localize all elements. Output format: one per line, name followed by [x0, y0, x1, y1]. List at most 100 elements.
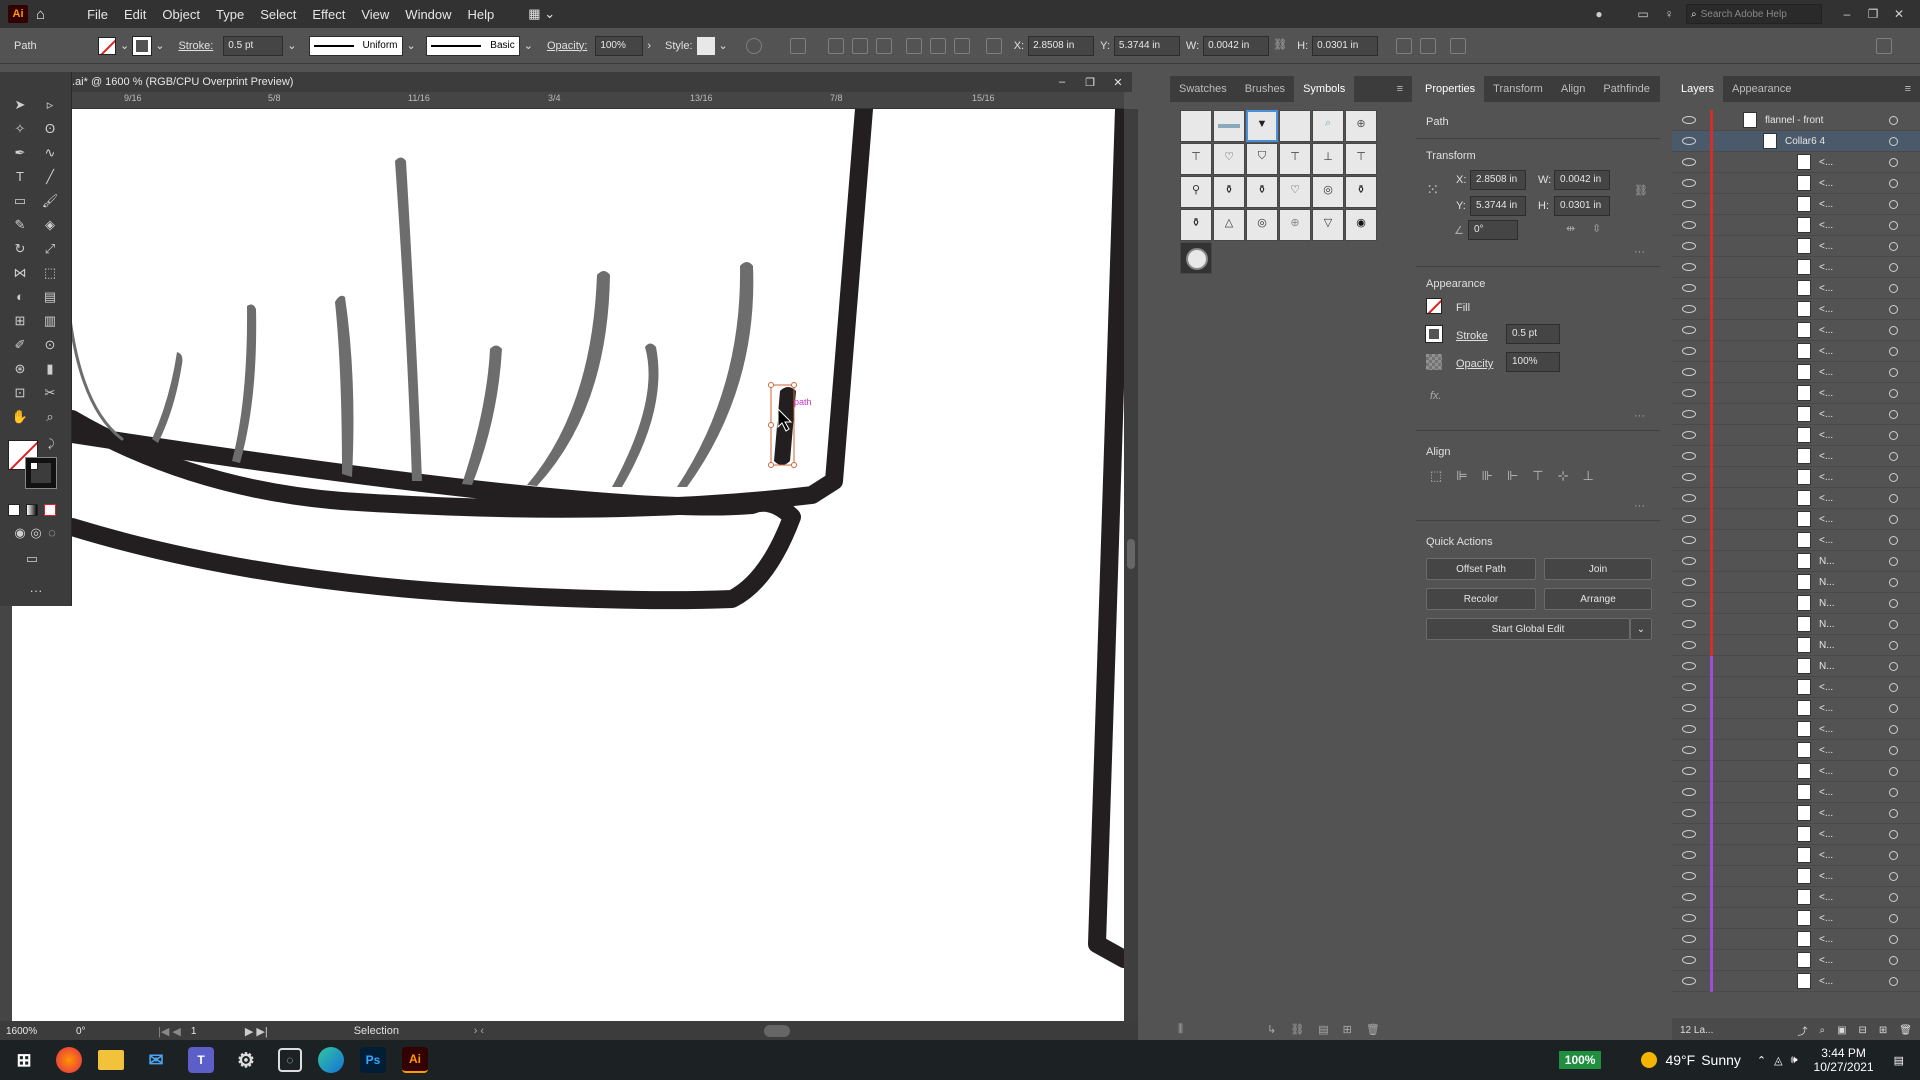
- recolor-button[interactable]: Recolor: [1426, 588, 1536, 610]
- visibility-eye-icon[interactable]: [1682, 767, 1696, 775]
- target-circle-icon[interactable]: [1889, 536, 1898, 545]
- join-button[interactable]: Join: [1544, 558, 1652, 580]
- x-field[interactable]: 2.8508 in: [1028, 35, 1095, 56]
- visibility-eye-icon[interactable]: [1682, 263, 1696, 271]
- edge-icon[interactable]: [318, 1047, 344, 1073]
- weather-temp[interactable]: 49°F: [1665, 1052, 1695, 1068]
- symbol-libraries-icon[interactable]: ⫼: [1178, 1023, 1183, 1036]
- target-circle-icon[interactable]: [1889, 683, 1898, 692]
- stroke-swatch-large[interactable]: [25, 457, 57, 489]
- settings-icon[interactable]: ⚙: [230, 1044, 262, 1076]
- layer-row[interactable]: <...: [1672, 403, 1920, 425]
- menu-select[interactable]: Select: [252, 7, 304, 22]
- tab-swatches[interactable]: Swatches: [1170, 76, 1236, 102]
- menu-help[interactable]: Help: [460, 7, 503, 22]
- edit-toolbar-icon[interactable]: ···: [26, 582, 46, 600]
- target-circle-icon[interactable]: [1889, 221, 1898, 230]
- file-explorer-icon[interactable]: [98, 1050, 124, 1070]
- menu-file[interactable]: File: [79, 7, 116, 22]
- symbol-swatch[interactable]: ⊕: [1279, 209, 1311, 241]
- delete-layer-icon[interactable]: 🗑: [1899, 1025, 1912, 1036]
- symbol-options-icon[interactable]: ▤: [1318, 1023, 1328, 1036]
- layer-row[interactable]: <...: [1672, 214, 1920, 236]
- layer-row[interactable]: <...: [1672, 676, 1920, 698]
- selection-tool-icon[interactable]: ➤: [10, 96, 30, 114]
- props-fill-swatch[interactable]: [1426, 298, 1442, 314]
- rectangle-tool-icon[interactable]: ▭: [10, 192, 30, 210]
- align-left-icon[interactable]: ⊫: [1456, 468, 1467, 484]
- align-bottom-icon[interactable]: [953, 37, 970, 54]
- target-circle-icon[interactable]: [1889, 851, 1898, 860]
- layer-row[interactable]: <...: [1672, 970, 1920, 992]
- menu-edit[interactable]: Edit: [116, 7, 154, 22]
- symbol-swatch[interactable]: ⊤: [1279, 143, 1311, 175]
- teams-icon[interactable]: T: [188, 1047, 214, 1073]
- graphic-style-swatch[interactable]: [696, 36, 715, 55]
- layers-menu-icon[interactable]: ≡: [1896, 76, 1920, 102]
- visibility-eye-icon[interactable]: [1682, 641, 1696, 649]
- gradient-tool-icon[interactable]: ▥: [40, 312, 60, 330]
- h-field[interactable]: 0.0301 in: [1312, 35, 1379, 56]
- recolor-artwork-icon[interactable]: [745, 37, 762, 54]
- target-circle-icon[interactable]: [1889, 935, 1898, 944]
- props-w-field[interactable]: 0.0042 in: [1554, 170, 1610, 190]
- visibility-eye-icon[interactable]: [1682, 872, 1696, 880]
- target-circle-icon[interactable]: [1889, 242, 1898, 251]
- align-hcenter-icon[interactable]: [851, 37, 868, 54]
- target-circle-icon[interactable]: [1889, 809, 1898, 818]
- eyedropper-tool-icon[interactable]: ✐: [10, 336, 30, 354]
- style-dropdown-icon[interactable]: ⌄: [719, 39, 728, 52]
- align-vcenter-icon[interactable]: ⊹: [1558, 468, 1569, 484]
- rotate-view-field[interactable]: 0°: [72, 1021, 138, 1041]
- direct-selection-tool-icon[interactable]: ▹: [40, 96, 60, 114]
- symbol-swatch[interactable]: [1180, 110, 1212, 142]
- props-h-field[interactable]: 0.0301 in: [1554, 196, 1610, 216]
- layer-row[interactable]: N...: [1672, 592, 1920, 614]
- panel-menu-icon[interactable]: ≡: [1388, 76, 1412, 102]
- visibility-eye-icon[interactable]: [1682, 809, 1696, 817]
- layer-row[interactable]: <...: [1672, 949, 1920, 971]
- menu-window[interactable]: Window: [397, 7, 459, 22]
- flip-horizontal-icon[interactable]: ⇹: [1566, 222, 1575, 235]
- document-tab[interactable]: .ai* @ 1600 % (RGB/CPU Overprint Preview…: [60, 72, 1132, 92]
- blend-tool-icon[interactable]: ⊙: [40, 336, 60, 354]
- visibility-eye-icon[interactable]: [1682, 851, 1696, 859]
- layer-row[interactable]: <...: [1672, 907, 1920, 929]
- visibility-eye-icon[interactable]: [1682, 893, 1696, 901]
- width-tool-icon[interactable]: ⋈: [10, 264, 30, 282]
- fill-dropdown-icon[interactable]: ⌄: [120, 39, 129, 52]
- layer-row[interactable]: <...: [1672, 487, 1920, 509]
- visibility-eye-icon[interactable]: [1682, 620, 1696, 628]
- target-circle-icon[interactable]: [1889, 956, 1898, 965]
- target-circle-icon[interactable]: [1889, 116, 1898, 125]
- close-button[interactable]: ✕: [1886, 7, 1912, 21]
- gradient-mode-icon[interactable]: [26, 504, 38, 516]
- pen-tool-icon[interactable]: ✒: [10, 144, 30, 162]
- layer-row[interactable]: <...: [1672, 886, 1920, 908]
- vertical-ruler[interactable]: [0, 604, 12, 1022]
- target-circle-icon[interactable]: [1889, 578, 1898, 587]
- visibility-eye-icon[interactable]: [1682, 347, 1696, 355]
- visibility-eye-icon[interactable]: [1682, 599, 1696, 607]
- network-icon[interactable]: ◬: [1774, 1054, 1782, 1067]
- appearance-more-icon[interactable]: ···: [1634, 410, 1645, 422]
- stroke-swatch[interactable]: [132, 35, 153, 56]
- align-right-icon[interactable]: ⊩: [1507, 468, 1518, 484]
- visibility-eye-icon[interactable]: [1682, 473, 1696, 481]
- layer-row[interactable]: <...: [1672, 151, 1920, 173]
- home-icon[interactable]: ⌂: [28, 6, 53, 23]
- constrain-link-icon[interactable]: ⛓: [1273, 38, 1289, 54]
- vertical-scrollbar[interactable]: [1124, 109, 1138, 1021]
- place-symbol-icon[interactable]: ↳: [1267, 1023, 1276, 1036]
- mesh-tool-icon[interactable]: ⊞: [10, 312, 30, 330]
- offset-path-button[interactable]: Offset Path: [1426, 558, 1536, 580]
- layer-row[interactable]: <...: [1672, 466, 1920, 488]
- magic-wand-tool-icon[interactable]: ✧: [10, 120, 30, 138]
- props-y-field[interactable]: 5.3744 in: [1470, 196, 1526, 216]
- target-circle-icon[interactable]: [1889, 200, 1898, 209]
- target-circle-icon[interactable]: [1889, 599, 1898, 608]
- symbol-swatch[interactable]: ⚲: [1180, 176, 1212, 208]
- symbol-swatch[interactable]: ▼: [1246, 110, 1278, 142]
- search-help-field[interactable]: ⌕ Search Adobe Help: [1686, 4, 1822, 24]
- align-top-icon[interactable]: [905, 37, 922, 54]
